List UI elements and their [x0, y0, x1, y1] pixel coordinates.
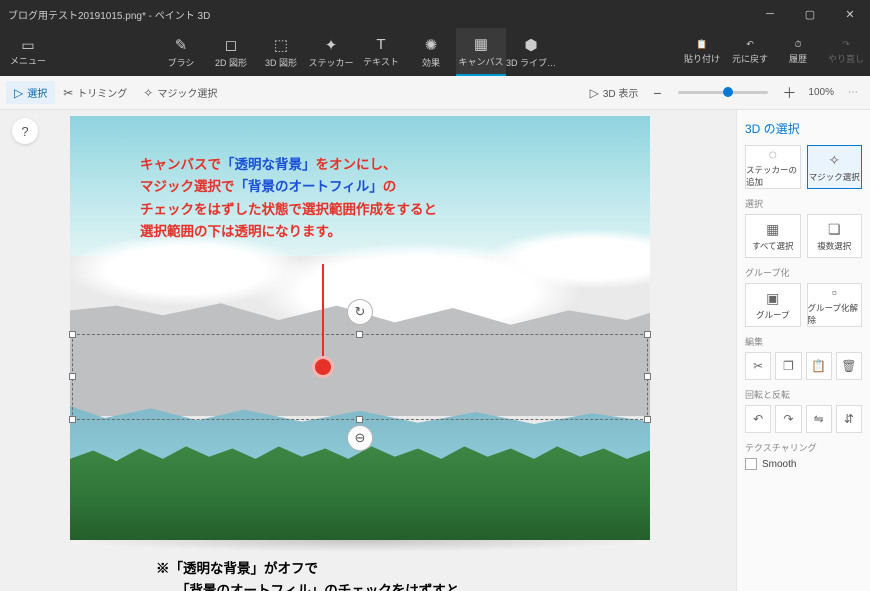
checkbox-icon	[745, 458, 757, 470]
smooth-checkbox[interactable]: Smooth	[745, 458, 862, 470]
canvas-area[interactable]: ? ⟳ ⟲ ↻	[0, 110, 736, 591]
rotate-handle-top[interactable]: ↻	[347, 299, 373, 325]
magic-wand-icon: ✧	[828, 152, 840, 169]
ungroup-icon: ▫	[832, 284, 837, 300]
tool-3d-shapes[interactable]: ⬚3D 図形	[256, 28, 306, 76]
multi-select-card[interactable]: ❏複数選択	[807, 214, 863, 258]
section-rotate-flip: 回転と反転	[745, 388, 862, 401]
play-icon: ▷	[590, 86, 599, 100]
magic-select-card[interactable]: ✧マジック選択	[807, 145, 863, 189]
more-icon[interactable]: ⋯	[848, 87, 858, 98]
group-card[interactable]: ▣グループ	[745, 283, 801, 327]
selection-handle[interactable]	[69, 373, 76, 380]
cut-button[interactable]: ✂	[745, 352, 771, 380]
brush-icon: ✎	[175, 36, 188, 54]
tool-2d-shapes[interactable]: ◻2D 図形	[206, 28, 256, 76]
shapes-3d-icon: ⬚	[274, 36, 288, 54]
tool-canvas[interactable]: ▦キャンバス	[456, 28, 506, 76]
section-group: グループ化	[745, 266, 862, 279]
crop-tool[interactable]: ✂トリミング	[55, 81, 135, 104]
menu-icon: ▭	[21, 38, 34, 52]
section-texturing: テクスチャリング	[745, 441, 862, 454]
redo-button[interactable]: ↷やり直し	[822, 28, 870, 76]
tool-text[interactable]: Tテキスト	[356, 28, 406, 76]
selection-handle[interactable]	[356, 416, 363, 423]
section-select: 選択	[745, 197, 862, 210]
paste-icon: 📋	[696, 39, 707, 50]
selection-handle[interactable]	[69, 331, 76, 338]
copy-button[interactable]: ❐	[775, 352, 801, 380]
zoom-in-button[interactable]: ＋	[778, 82, 800, 104]
history-icon: ⏱	[794, 39, 801, 50]
paste-button-side[interactable]: 📋	[806, 352, 832, 380]
window-title: ブログ用テスト20191015.png* - ペイント 3D	[8, 7, 210, 22]
3d-view-toggle[interactable]: ▷3D 表示	[582, 81, 647, 104]
selection-handle[interactable]	[356, 331, 363, 338]
zoom-level: 100%	[808, 87, 834, 98]
annotation-1: キャンバスで「透明な背景」をオンにし、 マジック選択で「背景のオートフィル」の …	[140, 154, 437, 243]
crop-icon: ✂	[63, 86, 73, 100]
rotate-right-button[interactable]: ↷	[775, 405, 801, 433]
maximize-button[interactable]: ▢	[790, 0, 830, 28]
help-button[interactable]: ?	[12, 118, 38, 144]
magic-select-tool[interactable]: ✧マジック選択	[135, 81, 225, 104]
paste-button[interactable]: 📋貼り付け	[678, 28, 726, 76]
flip-v-button[interactable]: ⇵	[836, 405, 862, 433]
menu-button[interactable]: ▭ メニュー	[0, 28, 56, 76]
delete-button[interactable]: 🗑	[836, 352, 862, 380]
annotation-2: ※「透明な背景」がオフで 「背景のオートフィル」のチェックをはずすと 選択範囲の…	[156, 558, 459, 591]
add-sticker-card[interactable]: ◌ステッカーの追加	[745, 145, 801, 189]
undo-icon: ↶	[746, 39, 754, 50]
pointer-icon: ▷	[14, 86, 23, 100]
section-edit: 編集	[745, 335, 862, 348]
zoom-out-button[interactable]: −	[646, 82, 668, 104]
magic-select-icon: ✧	[143, 86, 153, 100]
selection-handle[interactable]	[644, 331, 651, 338]
titlebar: ブログ用テスト20191015.png* - ペイント 3D ─ ▢ ✕	[0, 0, 870, 28]
selection-box[interactable]: ↻ ⊖	[72, 334, 648, 420]
undo-button[interactable]: ↶元に戻す	[726, 28, 774, 76]
tool-effects[interactable]: ✺効果	[406, 28, 456, 76]
text-icon: T	[376, 36, 385, 53]
zoom-slider[interactable]	[678, 91, 768, 94]
panel-title: 3D の選択	[745, 118, 862, 145]
sticker-icon: ✦	[325, 36, 338, 54]
history-button[interactable]: ⏱履歴	[774, 28, 822, 76]
group-icon: ▣	[766, 290, 779, 307]
tool-brush[interactable]: ✎ブラシ	[156, 28, 206, 76]
annotation-dot	[312, 356, 334, 378]
rotate-handle-bottom[interactable]: ⊖	[347, 425, 373, 451]
multi-select-icon: ❏	[828, 221, 841, 238]
selection-handle[interactable]	[644, 373, 651, 380]
annotation-line	[322, 264, 324, 362]
shapes-2d-icon: ◻	[225, 36, 237, 54]
sub-toolbar: ▷選択 ✂トリミング ✧マジック選択 ▷3D 表示 − ＋ 100% ⋯	[0, 76, 870, 110]
close-button[interactable]: ✕	[830, 0, 870, 28]
minimize-button[interactable]: ─	[750, 0, 790, 28]
flip-h-button[interactable]: ⇋	[806, 405, 832, 433]
side-panel: 3D の選択 ◌ステッカーの追加 ✧マジック選択 選択 ▦すべて選択 ❏複数選択…	[736, 110, 870, 591]
effects-icon: ✺	[425, 36, 438, 54]
select-all-icon: ▦	[766, 221, 779, 238]
tool-stickers[interactable]: ✦ステッカー	[306, 28, 356, 76]
canvas-icon: ▦	[474, 35, 488, 53]
ribbon-toolbar: ▭ メニュー ✎ブラシ ◻2D 図形 ⬚3D 図形 ✦ステッカー Tテキスト ✺…	[0, 28, 870, 76]
ungroup-card[interactable]: ▫グループ化解除	[807, 283, 863, 327]
selection-handle[interactable]	[69, 416, 76, 423]
sticker-add-icon: ◌	[769, 146, 777, 162]
tool-3d-library[interactable]: ⬢3D ライブ…	[506, 28, 556, 76]
select-tool[interactable]: ▷選択	[6, 81, 55, 104]
redo-icon: ↷	[842, 39, 850, 50]
selection-handle[interactable]	[644, 416, 651, 423]
select-all-card[interactable]: ▦すべて選択	[745, 214, 801, 258]
rotate-left-button[interactable]: ↶	[745, 405, 771, 433]
zoom-slider-thumb[interactable]	[723, 87, 733, 97]
library-3d-icon: ⬢	[524, 36, 537, 54]
